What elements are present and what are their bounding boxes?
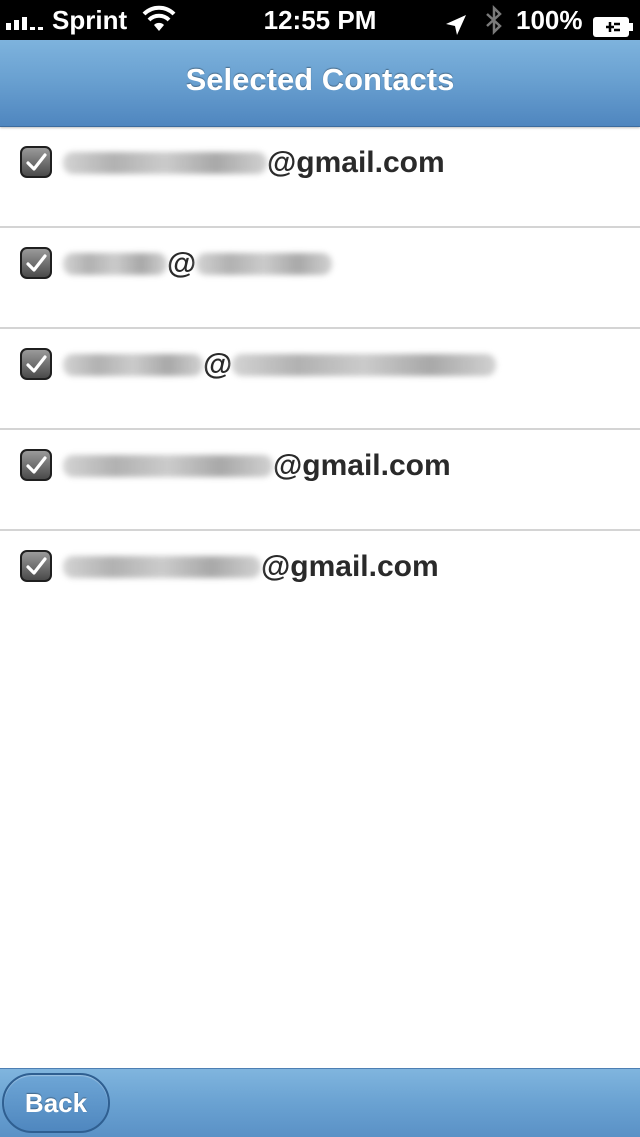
contact-row[interactable]: @ gmail.com — [0, 531, 640, 632]
redacted-text — [196, 253, 333, 275]
status-bar: Sprint 12:55 PM 100% — [0, 0, 640, 40]
contacts-list: @ gmail.com @ @ @ gmail.com @ gmail.com — [0, 127, 640, 632]
redacted-text — [63, 455, 273, 477]
redacted-text — [63, 152, 267, 174]
redacted-text — [63, 354, 203, 376]
contact-row[interactable]: @ gmail.com — [0, 430, 640, 531]
contact-email: @ gmail.com — [63, 447, 451, 485]
redacted-text — [63, 556, 261, 578]
email-at-sign: @ — [273, 449, 303, 482]
checkbox-checked[interactable] — [20, 550, 52, 582]
contact-row[interactable]: @ — [0, 329, 640, 430]
email-at-sign: @ — [167, 247, 197, 280]
email-domain: gmail.com — [290, 550, 439, 583]
checkbox-checked[interactable] — [20, 449, 52, 481]
back-button[interactable]: Back — [2, 1073, 110, 1133]
redacted-text — [63, 253, 167, 275]
contact-email: @ gmail.com — [63, 548, 439, 586]
email-at-sign: @ — [203, 348, 233, 381]
checkbox-checked[interactable] — [20, 146, 52, 178]
navigation-bar: Selected Contacts — [0, 40, 640, 127]
checkbox-checked[interactable] — [20, 247, 52, 279]
battery-percentage: 100% — [516, 5, 583, 35]
email-domain: gmail.com — [296, 146, 445, 179]
email-at-sign: @ — [267, 146, 297, 179]
battery-charging-icon — [592, 9, 634, 37]
contact-email: @ — [63, 346, 497, 384]
bottom-toolbar: Back — [0, 1068, 640, 1137]
checkbox-checked[interactable] — [20, 348, 52, 380]
email-domain: gmail.com — [302, 449, 451, 482]
page-title: Selected Contacts — [185, 62, 455, 97]
location-arrow-icon — [444, 8, 468, 35]
contact-email: @ — [63, 245, 333, 283]
redacted-text — [232, 354, 497, 376]
contact-email: @ gmail.com — [63, 144, 445, 182]
bluetooth-icon — [484, 4, 504, 36]
email-at-sign: @ — [261, 550, 291, 583]
contact-row[interactable]: @ — [0, 228, 640, 329]
contact-row[interactable]: @ gmail.com — [0, 127, 640, 228]
